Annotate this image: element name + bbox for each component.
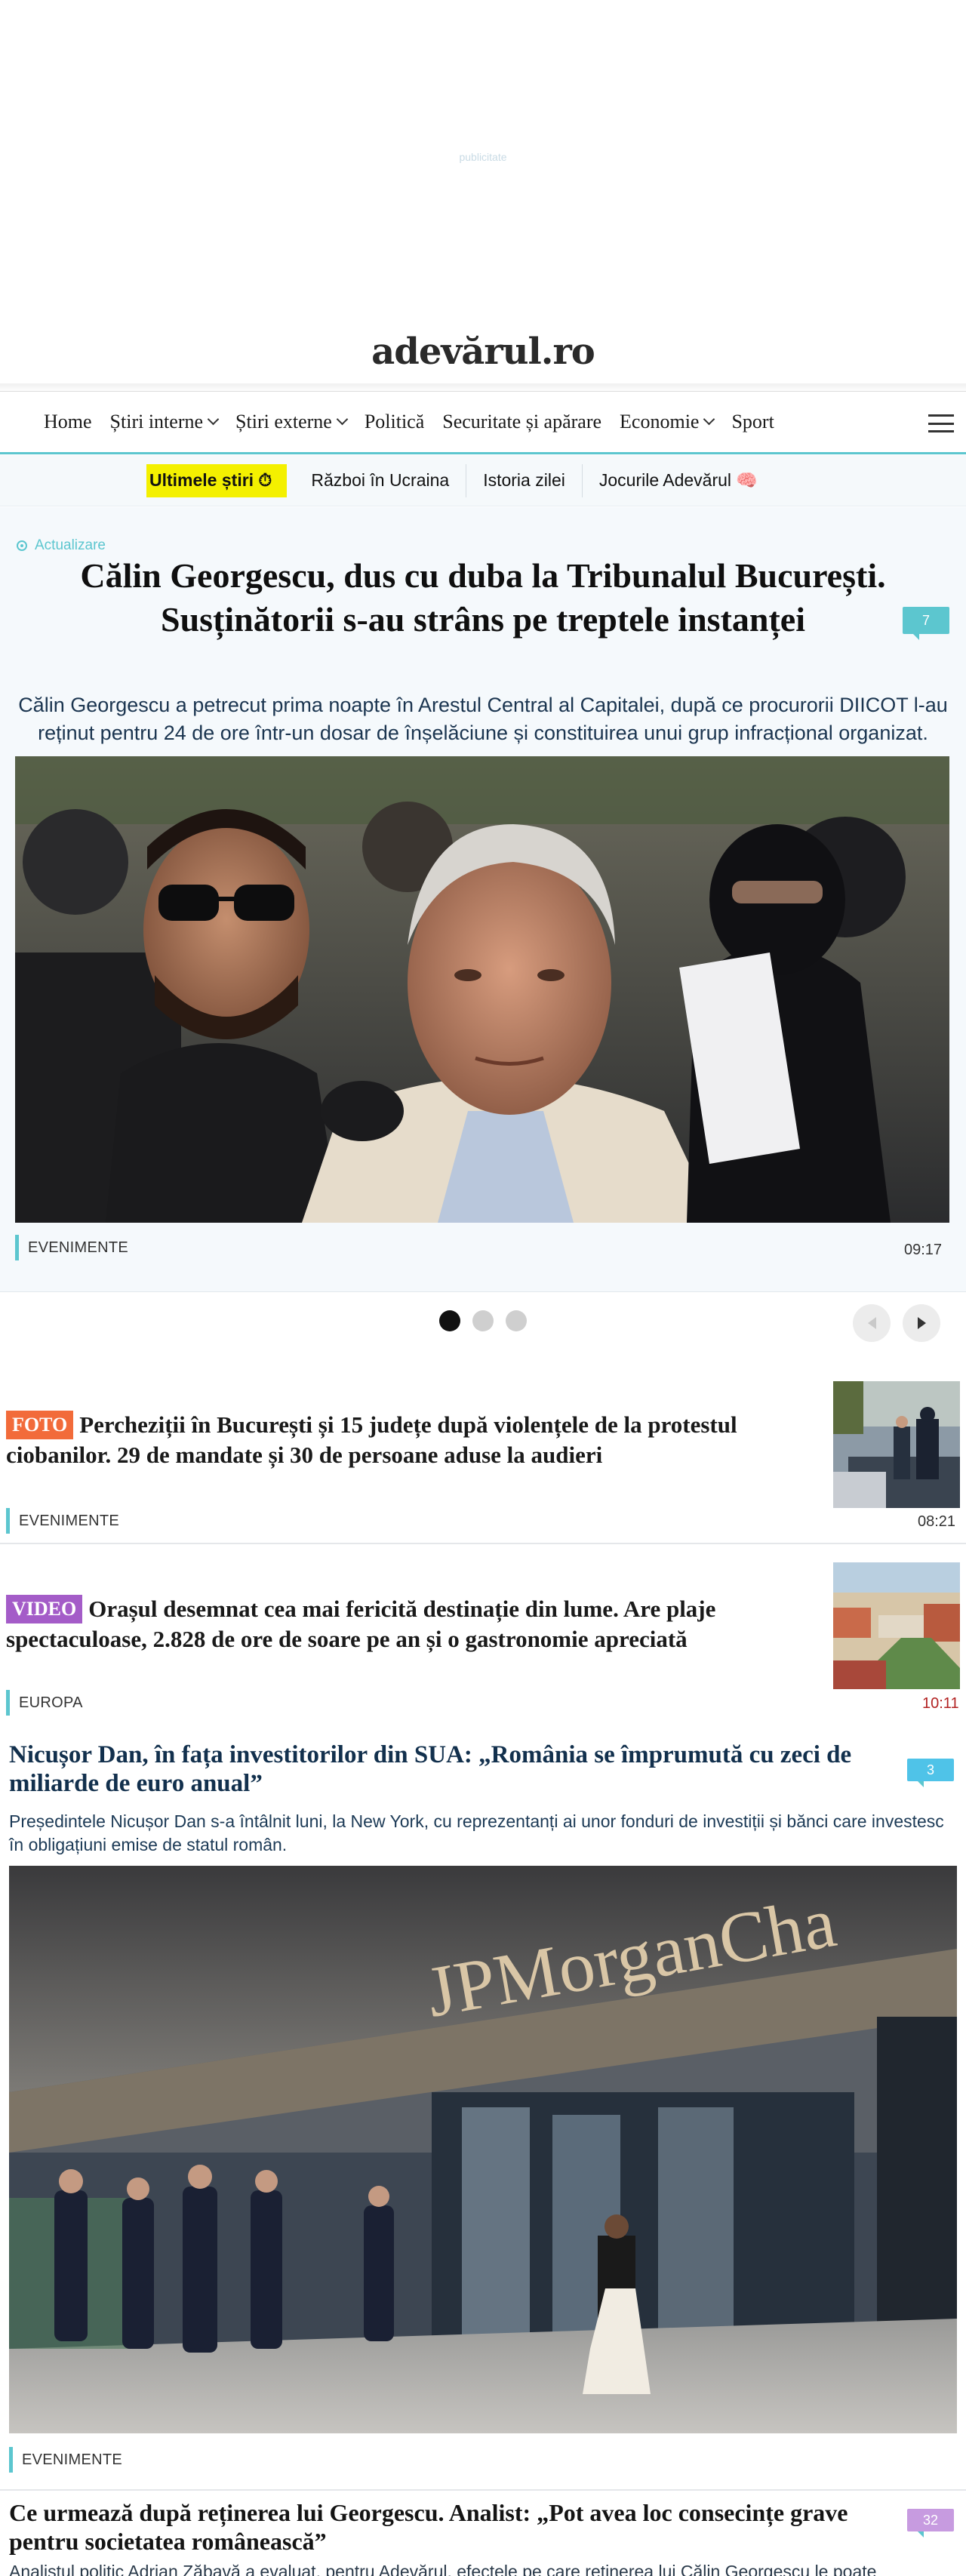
video-tag: VIDEO (6, 1595, 83, 1623)
article-title[interactable]: VIDEO Orașul desemnat cea mai fericită de… (6, 1594, 806, 1654)
divider (0, 2489, 966, 2491)
nav-label: Securitate și apărare (442, 411, 602, 432)
arrow-right-icon (917, 1317, 926, 1329)
feature-category[interactable]: EVENIMENTE (9, 2447, 122, 2473)
carousel-dot-3[interactable] (506, 1310, 527, 1331)
nav-item-stiri-interne[interactable]: Știri interne (109, 411, 220, 433)
comments-badge[interactable]: 3 (907, 1759, 954, 1787)
chevron-down-icon (336, 413, 349, 425)
comments-count: 32 (922, 2512, 939, 2528)
divider (0, 1543, 966, 1544)
quick-links-bar: Ultimele știri ⏱ Război în Ucraina Istor… (0, 455, 966, 506)
menu-icon[interactable] (928, 414, 954, 432)
arrow-left-icon (867, 1317, 876, 1329)
chevron-down-icon (703, 413, 715, 425)
live-update-indicator: Actualizare (17, 537, 106, 554)
carousel-pagination (439, 1310, 539, 1331)
nav-item-sport[interactable]: Sport (731, 411, 774, 433)
comments-count: 7 (921, 612, 930, 628)
article-title-text: Percheziții în București și 15 județe du… (6, 1411, 737, 1468)
ad-label: publicitate (459, 151, 507, 163)
article-category[interactable]: EVENIMENTE (6, 1508, 119, 1534)
carousel-next-button[interactable] (903, 1304, 940, 1342)
nav-item-home[interactable]: Home (44, 411, 92, 433)
nav-item-politica[interactable]: Politică (365, 411, 424, 433)
feature-image[interactable]: JPMorganCha (9, 1866, 957, 2433)
ad-banner: publicitate (0, 0, 966, 332)
article-thumbnail[interactable] (833, 1562, 960, 1689)
foto-tag: FOTO (6, 1411, 74, 1439)
nav-item-stiri-externe[interactable]: Știri externe (235, 411, 349, 433)
carousel-dot-2[interactable] (472, 1310, 494, 1331)
comments-badge[interactable]: 32 (907, 2509, 954, 2538)
hero-title[interactable]: Călin Georgescu, dus cu duba la Tribunal… (45, 554, 921, 642)
article-time: 08:21 (918, 1513, 956, 1530)
feature-lead: Președintele Nicușor Dan s-a întâlnit lu… (9, 1811, 944, 1854)
site-logo[interactable]: adevărul.ro (0, 331, 966, 373)
next-article-title[interactable]: Ce urmează după reținerea lui Georgescu.… (9, 2498, 884, 2556)
nav-item-securitate[interactable]: Securitate și apărare (442, 411, 601, 433)
nav-item-economie[interactable]: Economie (620, 411, 715, 433)
carousel-dot-1[interactable] (439, 1310, 460, 1331)
nav-label: Economie (620, 411, 700, 432)
nav-label: Știri interne (109, 411, 204, 432)
nav-label: Știri externe (235, 411, 332, 432)
hero-article[interactable]: Actualizare Călin Georgescu, dus cu duba… (0, 507, 966, 1292)
quick-link-ukraine[interactable]: Război în Ucraina (294, 463, 467, 497)
latest-news-link[interactable]: Ultimele știri ⏱ (146, 463, 288, 497)
nav-label: Home (44, 411, 92, 432)
quick-link-history[interactable]: Istoria zilei (466, 463, 583, 497)
article-title[interactable]: FOTO Percheziții în București și 15 județ… (6, 1410, 806, 1470)
article-category[interactable]: EUROPA (6, 1690, 83, 1716)
main-nav: Home Știri interne Știri externe Politic… (0, 391, 966, 454)
hero-category[interactable]: EVENIMENTE (15, 1235, 128, 1260)
nav-label: Sport (731, 411, 774, 432)
hero-time: 09:17 (904, 1242, 943, 1258)
comments-badge[interactable]: 7 (903, 607, 949, 640)
carousel-prev-button[interactable] (853, 1304, 891, 1342)
article-time: 10:11 (922, 1695, 959, 1712)
article-title-text: Orașul desemnat cea mai fericită destina… (6, 1596, 716, 1652)
hero-image[interactable] (15, 756, 949, 1223)
next-article-lead: Analistul politic Adrian Zăbavă a evalua… (9, 2562, 877, 2576)
nav-label: Politică (364, 411, 425, 432)
comments-count: 3 (926, 1762, 934, 1777)
feature-title[interactable]: Nicușor Dan, în fața investitorilor din … (9, 1740, 884, 1798)
quick-link-games[interactable]: Jocurile Adevărul 🧠 (583, 464, 774, 497)
hero-lead: Călin Georgescu a petrecut prima noapte … (18, 694, 948, 744)
chevron-down-icon (207, 413, 220, 425)
article-thumbnail[interactable] (833, 1381, 960, 1508)
update-label: Actualizare (35, 537, 106, 553)
live-dot-icon (17, 540, 27, 551)
